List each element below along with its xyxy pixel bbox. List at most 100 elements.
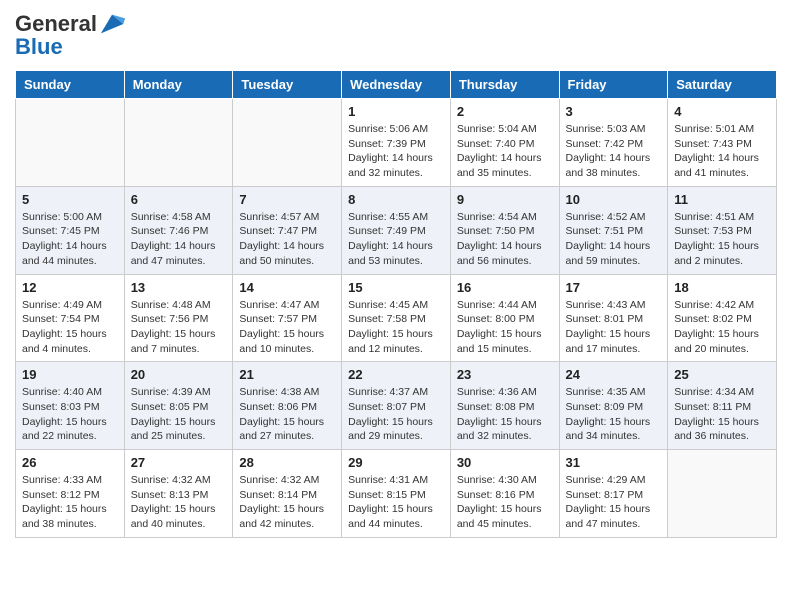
day-info: Sunrise: 4:55 AM Sunset: 7:49 PM Dayligh… — [348, 210, 444, 269]
day-number: 27 — [131, 455, 227, 470]
column-header-wednesday: Wednesday — [342, 71, 451, 99]
calendar-cell: 22 Sunrise: 4:37 AM Sunset: 8:07 PM Dayli… — [342, 362, 451, 450]
calendar-cell: 2 Sunrise: 5:04 AM Sunset: 7:40 PM Daylig… — [450, 99, 559, 187]
calendar-cell: 29 Sunrise: 4:31 AM Sunset: 8:15 PM Dayli… — [342, 450, 451, 538]
day-number: 13 — [131, 280, 227, 295]
calendar-cell: 13 Sunrise: 4:48 AM Sunset: 7:56 PM Dayli… — [124, 274, 233, 362]
calendar-cell: 8 Sunrise: 4:55 AM Sunset: 7:49 PM Daylig… — [342, 186, 451, 274]
day-info: Sunrise: 5:00 AM Sunset: 7:45 PM Dayligh… — [22, 210, 118, 269]
calendar-cell: 31 Sunrise: 4:29 AM Sunset: 8:17 PM Dayli… — [559, 450, 668, 538]
calendar-cell: 24Sunrise: 4:35 AM Sunset: 8:09 PM Dayli… — [559, 362, 668, 450]
calendar-cell: 15 Sunrise: 4:45 AM Sunset: 7:58 PM Dayli… — [342, 274, 451, 362]
calendar-cell: 5 Sunrise: 5:00 AM Sunset: 7:45 PM Daylig… — [16, 186, 125, 274]
day-info: Sunrise: 4:43 AM Sunset: 8:01 PM Dayligh… — [566, 298, 662, 357]
logo: General Blue — [15, 10, 127, 60]
day-number: 11 — [674, 192, 770, 207]
calendar-cell: 6Sunrise: 4:58 AM Sunset: 7:46 PM Daylig… — [124, 186, 233, 274]
calendar-cell: 18 Sunrise: 4:42 AM Sunset: 8:02 PM Dayli… — [668, 274, 777, 362]
day-info: Sunrise: 4:45 AM Sunset: 7:58 PM Dayligh… — [348, 298, 444, 357]
day-number: 3 — [566, 104, 662, 119]
day-info: Sunrise: 5:04 AM Sunset: 7:40 PM Dayligh… — [457, 122, 553, 181]
calendar-cell: 1Sunrise: 5:06 AM Sunset: 7:39 PM Daylig… — [342, 99, 451, 187]
day-info: Sunrise: 4:49 AM Sunset: 7:54 PM Dayligh… — [22, 298, 118, 357]
logo-icon — [99, 10, 127, 38]
day-number: 16 — [457, 280, 553, 295]
day-info: Sunrise: 4:54 AM Sunset: 7:50 PM Dayligh… — [457, 210, 553, 269]
day-info: Sunrise: 4:42 AM Sunset: 8:02 PM Dayligh… — [674, 298, 770, 357]
column-header-tuesday: Tuesday — [233, 71, 342, 99]
calendar-table: SundayMondayTuesdayWednesdayThursdayFrid… — [15, 70, 777, 538]
day-info: Sunrise: 5:06 AM Sunset: 7:39 PM Dayligh… — [348, 122, 444, 181]
calendar-cell: 17 Sunrise: 4:43 AM Sunset: 8:01 PM Dayli… — [559, 274, 668, 362]
day-info: Sunrise: 4:32 AM Sunset: 8:14 PM Dayligh… — [239, 473, 335, 532]
day-number: 18 — [674, 280, 770, 295]
day-info: Sunrise: 4:52 AM Sunset: 7:51 PM Dayligh… — [566, 210, 662, 269]
calendar-cell: 7Sunrise: 4:57 AM Sunset: 7:47 PM Daylig… — [233, 186, 342, 274]
day-number: 12 — [22, 280, 118, 295]
day-number: 10 — [566, 192, 662, 207]
column-header-sunday: Sunday — [16, 71, 125, 99]
calendar-cell: 20 Sunrise: 4:39 AM Sunset: 8:05 PM Dayli… — [124, 362, 233, 450]
day-number: 7 — [239, 192, 335, 207]
calendar-cell: 27 Sunrise: 4:32 AM Sunset: 8:13 PM Dayli… — [124, 450, 233, 538]
calendar-week-1: 1Sunrise: 5:06 AM Sunset: 7:39 PM Daylig… — [16, 99, 777, 187]
calendar-week-2: 5 Sunrise: 5:00 AM Sunset: 7:45 PM Daylig… — [16, 186, 777, 274]
calendar-cell: 26Sunrise: 4:33 AM Sunset: 8:12 PM Dayli… — [16, 450, 125, 538]
calendar-cell: 16 Sunrise: 4:44 AM Sunset: 8:00 PM Dayli… — [450, 274, 559, 362]
day-info: Sunrise: 4:30 AM Sunset: 8:16 PM Dayligh… — [457, 473, 553, 532]
calendar-cell: 19 Sunrise: 4:40 AM Sunset: 8:03 PM Dayli… — [16, 362, 125, 450]
page: General Blue SundayMondayTuesdayWednesda… — [0, 0, 792, 553]
calendar-cell: 21 Sunrise: 4:38 AM Sunset: 8:06 PM Dayli… — [233, 362, 342, 450]
day-number: 15 — [348, 280, 444, 295]
day-number: 17 — [566, 280, 662, 295]
day-number: 23 — [457, 367, 553, 382]
day-info: Sunrise: 4:47 AM Sunset: 7:57 PM Dayligh… — [239, 298, 335, 357]
calendar-cell: 14 Sunrise: 4:47 AM Sunset: 7:57 PM Dayli… — [233, 274, 342, 362]
calendar-cell — [16, 99, 125, 187]
calendar-cell — [668, 450, 777, 538]
day-info: Sunrise: 4:33 AM Sunset: 8:12 PM Dayligh… — [22, 473, 118, 532]
day-info: Sunrise: 4:36 AM Sunset: 8:08 PM Dayligh… — [457, 385, 553, 444]
calendar-cell — [124, 99, 233, 187]
day-number: 4 — [674, 104, 770, 119]
calendar-week-5: 26Sunrise: 4:33 AM Sunset: 8:12 PM Dayli… — [16, 450, 777, 538]
header: General Blue — [15, 10, 777, 60]
calendar-cell: 23 Sunrise: 4:36 AM Sunset: 8:08 PM Dayli… — [450, 362, 559, 450]
day-number: 29 — [348, 455, 444, 470]
day-info: Sunrise: 4:31 AM Sunset: 8:15 PM Dayligh… — [348, 473, 444, 532]
day-info: Sunrise: 4:32 AM Sunset: 8:13 PM Dayligh… — [131, 473, 227, 532]
day-number: 31 — [566, 455, 662, 470]
calendar-cell: 3Sunrise: 5:03 AM Sunset: 7:42 PM Daylig… — [559, 99, 668, 187]
day-number: 2 — [457, 104, 553, 119]
calendar-cell: 11Sunrise: 4:51 AM Sunset: 7:53 PM Dayli… — [668, 186, 777, 274]
day-info: Sunrise: 4:38 AM Sunset: 8:06 PM Dayligh… — [239, 385, 335, 444]
calendar-header-row: SundayMondayTuesdayWednesdayThursdayFrid… — [16, 71, 777, 99]
column-header-thursday: Thursday — [450, 71, 559, 99]
calendar-cell: 9Sunrise: 4:54 AM Sunset: 7:50 PM Daylig… — [450, 186, 559, 274]
day-info: Sunrise: 4:40 AM Sunset: 8:03 PM Dayligh… — [22, 385, 118, 444]
calendar-cell: 10 Sunrise: 4:52 AM Sunset: 7:51 PM Dayli… — [559, 186, 668, 274]
day-number: 25 — [674, 367, 770, 382]
day-info: Sunrise: 4:37 AM Sunset: 8:07 PM Dayligh… — [348, 385, 444, 444]
day-number: 21 — [239, 367, 335, 382]
column-header-monday: Monday — [124, 71, 233, 99]
day-number: 28 — [239, 455, 335, 470]
day-info: Sunrise: 4:44 AM Sunset: 8:00 PM Dayligh… — [457, 298, 553, 357]
day-number: 14 — [239, 280, 335, 295]
day-number: 19 — [22, 367, 118, 382]
day-info: Sunrise: 5:01 AM Sunset: 7:43 PM Dayligh… — [674, 122, 770, 181]
day-info: Sunrise: 4:48 AM Sunset: 7:56 PM Dayligh… — [131, 298, 227, 357]
day-number: 5 — [22, 192, 118, 207]
day-number: 20 — [131, 367, 227, 382]
day-number: 22 — [348, 367, 444, 382]
calendar-cell: 28 Sunrise: 4:32 AM Sunset: 8:14 PM Dayli… — [233, 450, 342, 538]
day-number: 8 — [348, 192, 444, 207]
calendar-week-4: 19 Sunrise: 4:40 AM Sunset: 8:03 PM Dayli… — [16, 362, 777, 450]
calendar-cell — [233, 99, 342, 187]
day-info: Sunrise: 4:29 AM Sunset: 8:17 PM Dayligh… — [566, 473, 662, 532]
column-header-friday: Friday — [559, 71, 668, 99]
column-header-saturday: Saturday — [668, 71, 777, 99]
calendar-cell: 25Sunrise: 4:34 AM Sunset: 8:11 PM Dayli… — [668, 362, 777, 450]
day-info: Sunrise: 4:39 AM Sunset: 8:05 PM Dayligh… — [131, 385, 227, 444]
day-number: 24 — [566, 367, 662, 382]
